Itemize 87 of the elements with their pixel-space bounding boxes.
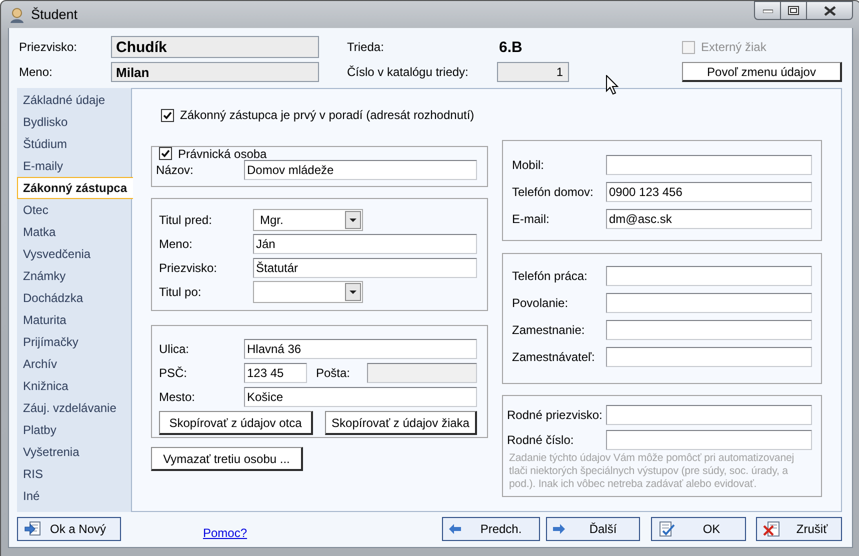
text-field[interactable]	[606, 430, 812, 450]
unlock-button[interactable]: Povoľ zmenu údajov	[682, 62, 842, 82]
field-label: Rodné číslo:	[507, 432, 575, 446]
checkbox[interactable]	[159, 147, 172, 160]
text-field[interactable]	[606, 404, 812, 424]
nav-item[interactable]: Iné	[17, 485, 131, 507]
field-label: Meno:	[19, 65, 54, 79]
nav-item[interactable]: Knižnica	[17, 375, 131, 397]
field-label: E-mail:	[512, 212, 550, 226]
minimize-button[interactable]	[754, 1, 781, 20]
text-field[interactable]	[606, 154, 812, 174]
field-label: Zamestnanie:	[512, 322, 586, 336]
field-label: Pošta:	[316, 366, 352, 380]
cross-document-icon	[763, 521, 781, 537]
close-button[interactable]	[807, 1, 853, 20]
field-label: Titul po:	[159, 285, 202, 299]
field-label: Trieda:	[347, 40, 385, 54]
field-label: Povolanie:	[512, 296, 570, 310]
nav-item[interactable]: Matka	[17, 221, 131, 243]
nav-item[interactable]: Vyšetrenia	[17, 441, 131, 463]
maximize-icon	[788, 6, 799, 15]
text-field[interactable]: Košice	[244, 387, 477, 407]
cancel-button[interactable]: Zrušiť	[756, 517, 842, 541]
text-field[interactable]	[606, 320, 812, 340]
nav-item[interactable]: Štúdium	[17, 133, 131, 155]
text-field[interactable]: Domov mládeže	[244, 160, 477, 180]
hint-text: Zadanie týchto údajov Vám môže pomôcť pri automatizovanej tlači niektorých špeciálnych výstupov (pre súdy, soc. úrady, a pod.). Inak ich vôbec netreba zadávať alebo evidovať.	[508, 452, 796, 491]
field-label: Ulica:	[159, 342, 190, 356]
text-field[interactable]: 123 45	[244, 363, 307, 383]
person-icon	[9, 6, 25, 22]
checkbox-label: Právnická osoba	[178, 146, 267, 160]
checkbox-label: Zákonný zástupca je prvý v poradí (adresát rozhodnutí)	[180, 108, 474, 122]
field-label: PSČ:	[159, 366, 188, 380]
text-field[interactable]	[606, 292, 812, 312]
nav-item[interactable]: Archív	[17, 353, 131, 375]
arrow-right-icon	[553, 524, 565, 534]
field-label: Priezvisko:	[159, 261, 218, 275]
text-field[interactable]: Štatutár	[253, 258, 477, 278]
field-label: Titul pred:	[159, 213, 213, 227]
field-label: Číslo v katalógu triedy:	[347, 65, 470, 79]
checkbox-label: Externý žiak	[701, 40, 766, 54]
field-label: Telefón domov:	[512, 184, 594, 198]
close-icon	[824, 6, 836, 16]
field-label: Telefón práca:	[512, 268, 588, 282]
nav-item[interactable]: Bydlisko	[17, 111, 131, 133]
nav-item[interactable]: Otec	[17, 199, 131, 221]
previous-button[interactable]: Predch.	[442, 517, 540, 541]
checkbox[interactable]	[161, 108, 174, 122]
text-field[interactable]: dm@asc.sk	[606, 208, 812, 228]
field-label: Rodné priezvisko:	[507, 408, 604, 422]
dropdown[interactable]: Mgr.	[253, 209, 363, 231]
field-label: Názov:	[156, 163, 194, 177]
text-field[interactable]: 0900 123 456	[606, 182, 812, 202]
minimize-icon	[762, 8, 772, 12]
field-label: Meno:	[159, 237, 194, 251]
nav-item[interactable]: Základné údaje	[17, 89, 131, 111]
check-document-icon	[658, 521, 676, 537]
next-button[interactable]: Ďalší	[546, 517, 640, 541]
text-field[interactable]: Hlavná 36	[244, 339, 477, 359]
field-label: Priezvisko:	[19, 40, 78, 54]
ok-new-button[interactable]: Ok a Nový	[17, 517, 121, 541]
arrow-document-icon	[24, 521, 42, 537]
arrow-left-icon	[449, 524, 461, 534]
copy-button[interactable]: Skopírovať z údajov žiaka	[325, 411, 477, 435]
maximize-button[interactable]	[781, 1, 807, 20]
nav-item[interactable]: RIS	[17, 463, 131, 485]
class-value: 6.B	[499, 38, 522, 56]
nav-item[interactable]: Maturita	[17, 309, 131, 331]
text-field[interactable]: Ján	[253, 234, 477, 254]
window-title: Študent	[31, 7, 78, 22]
nav-item[interactable]: Vysvedčenia	[17, 243, 131, 265]
copy-button[interactable]: Skopírovať z údajov otca	[159, 411, 313, 435]
clear-button[interactable]: Vymazať tretiu osobu ...	[151, 447, 303, 471]
help-link[interactable]: Pomoc?	[203, 526, 248, 540]
nav-item[interactable]: Platby	[17, 419, 131, 441]
field-label: Mesto:	[159, 390, 196, 404]
nav-item[interactable]: Známky	[17, 265, 131, 287]
nav-item[interactable]: Zákonný zástupca	[17, 177, 133, 199]
nav-item[interactable]: Prijímačky	[17, 331, 131, 353]
nav-item[interactable]: E-maily	[17, 155, 131, 177]
ok-button[interactable]: OK	[651, 517, 746, 541]
text-field[interactable]	[606, 266, 812, 286]
field-label: Zamestnávateľ:	[512, 350, 596, 364]
nav-item[interactable]: Záuj. vzdelávanie	[17, 397, 131, 419]
field-label: Mobil:	[512, 158, 546, 172]
text-field[interactable]	[606, 346, 812, 366]
nav-item[interactable]: Dochádzka	[17, 287, 131, 309]
